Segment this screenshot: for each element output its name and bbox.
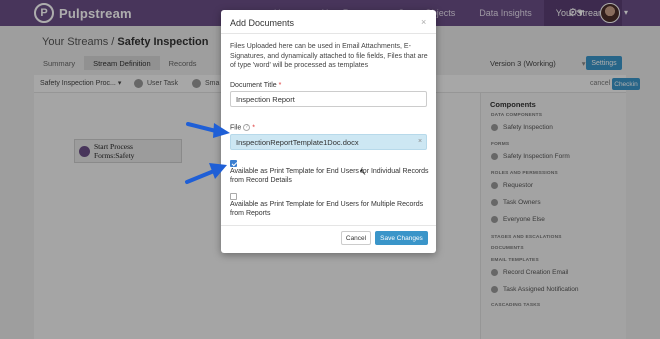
mouse-cursor-icon: ↖ [359, 167, 367, 177]
app-window: P Pulpstream Home Your Reports Smart Obj… [0, 0, 660, 339]
annotation-arrow-icon [185, 163, 227, 184]
individual-print-template-checkbox[interactable] [230, 160, 237, 167]
dialog-title: Add Documents [230, 18, 295, 28]
multiple-print-template-label[interactable]: Available as Print Template for End User… [230, 200, 435, 219]
individual-print-template-label[interactable]: Available as Print Template for End User… [230, 167, 435, 186]
document-title-input[interactable] [230, 91, 427, 107]
remove-file-icon[interactable]: × [418, 138, 422, 145]
file-label: File? * [230, 124, 255, 131]
close-icon[interactable]: × [421, 17, 426, 27]
dialog-header: Add Documents × [221, 10, 436, 34]
help-icon[interactable]: ? [243, 124, 251, 131]
multiple-print-template-checkbox[interactable] [230, 193, 237, 200]
annotation-arrow-icon [186, 122, 230, 138]
required-mark: * [252, 124, 255, 132]
dialog-footer-divider [221, 225, 436, 226]
add-documents-dialog: Add Documents × Files Uploaded here can … [221, 10, 436, 253]
document-title-label: Document Title * [230, 82, 281, 89]
save-changes-button[interactable]: Save Changes [375, 231, 428, 245]
required-mark: * [278, 82, 282, 89]
dialog-description: Files Uploaded here can be used in Email… [230, 43, 428, 70]
uploaded-file[interactable]: InspectionReportTemplate1Doc.docx × [230, 134, 427, 150]
document-title-label-text: Document Title [230, 82, 277, 89]
file-name: InspectionReportTemplate1Doc.docx [236, 138, 359, 147]
cancel-button[interactable]: Cancel [341, 231, 371, 245]
